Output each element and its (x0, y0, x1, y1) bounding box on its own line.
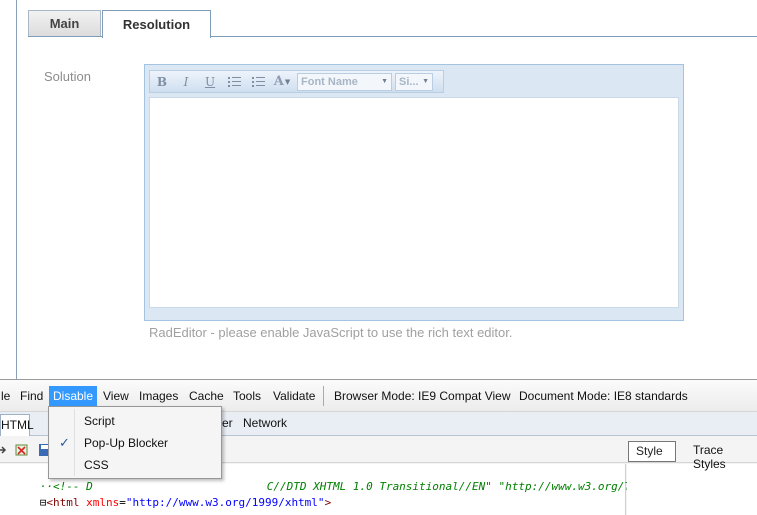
menu-item-css[interactable]: CSS (51, 454, 219, 476)
menu-file[interactable]: le (0, 386, 11, 406)
tab-main[interactable]: Main (28, 10, 101, 36)
menu-cache[interactable]: Cache (188, 386, 225, 406)
page-left-border (16, 0, 17, 380)
chevron-down-icon: ▼ (381, 78, 388, 85)
menu-separator (323, 386, 324, 406)
font-size-select[interactable]: Si... ▼ (395, 72, 433, 91)
rich-text-editor: B I U A ▼ Font Name ▼ Si... ▼ (144, 64, 684, 321)
menu-item-script[interactable]: Script (51, 410, 219, 432)
font-color-button[interactable]: A ▼ (270, 71, 294, 92)
disable-dropdown-menu: Script ✓ Pop-Up Blocker CSS (48, 406, 222, 479)
solution-label: Solution (44, 69, 91, 84)
font-name-select[interactable]: Font Name ▼ (297, 72, 392, 91)
source-line-html: ⊟<html xmlns="http://www.w3.org/1999/xht… (39, 496, 332, 509)
menu-view[interactable]: View (102, 386, 130, 406)
tab-profiler[interactable]: er (222, 416, 233, 430)
active-tab-gap (103, 36, 210, 38)
font-size-value: Si... (399, 75, 419, 88)
menu-item-popup-blocker[interactable]: ✓ Pop-Up Blocker (51, 432, 219, 454)
bold-button[interactable]: B (150, 71, 174, 92)
style-pane (627, 464, 757, 515)
menu-disable[interactable]: Disable (49, 386, 98, 406)
editor-javascript-notice: RadEditor - please enable JavaScript to … (149, 325, 513, 340)
bulleted-list-button[interactable] (246, 71, 270, 92)
checkmark-icon: ✓ (59, 435, 70, 450)
clear-icon[interactable] (15, 443, 29, 457)
menu-item-popup-blocker-label: Pop-Up Blocker (84, 436, 169, 450)
font-name-value: Font Name (301, 75, 358, 88)
chevron-down-icon: ▼ (422, 78, 429, 85)
style-tab-button[interactable]: Style (628, 441, 676, 462)
bulleted-list-icon (251, 76, 265, 87)
browser-mode-menu[interactable]: Browser Mode: IE9 Compat View (333, 386, 512, 406)
tab-resolution[interactable]: Resolution (102, 10, 211, 38)
tab-html[interactable]: HTML (0, 414, 34, 436)
numbered-list-button[interactable] (222, 71, 246, 92)
menu-tools[interactable]: Tools (232, 386, 262, 406)
trace-styles-tab[interactable]: Trace Styles (693, 443, 757, 471)
underline-button[interactable]: U (198, 71, 222, 92)
menu-find[interactable]: Find (19, 386, 44, 406)
document-mode-menu[interactable]: Document Mode: IE8 standards (518, 386, 689, 406)
tab-network[interactable]: Network (243, 416, 287, 430)
italic-button[interactable]: I (174, 71, 198, 92)
arrow-icon[interactable] (0, 443, 8, 457)
menu-validate[interactable]: Validate (272, 386, 316, 406)
numbered-list-icon (227, 76, 241, 87)
chevron-down-icon: ▼ (284, 77, 291, 86)
editor-toolbar: B I U A ▼ Font Name ▼ Si... ▼ (149, 70, 444, 93)
font-color-icon: A (273, 74, 284, 89)
editor-content-area[interactable] (149, 97, 679, 308)
menu-images[interactable]: Images (138, 386, 179, 406)
